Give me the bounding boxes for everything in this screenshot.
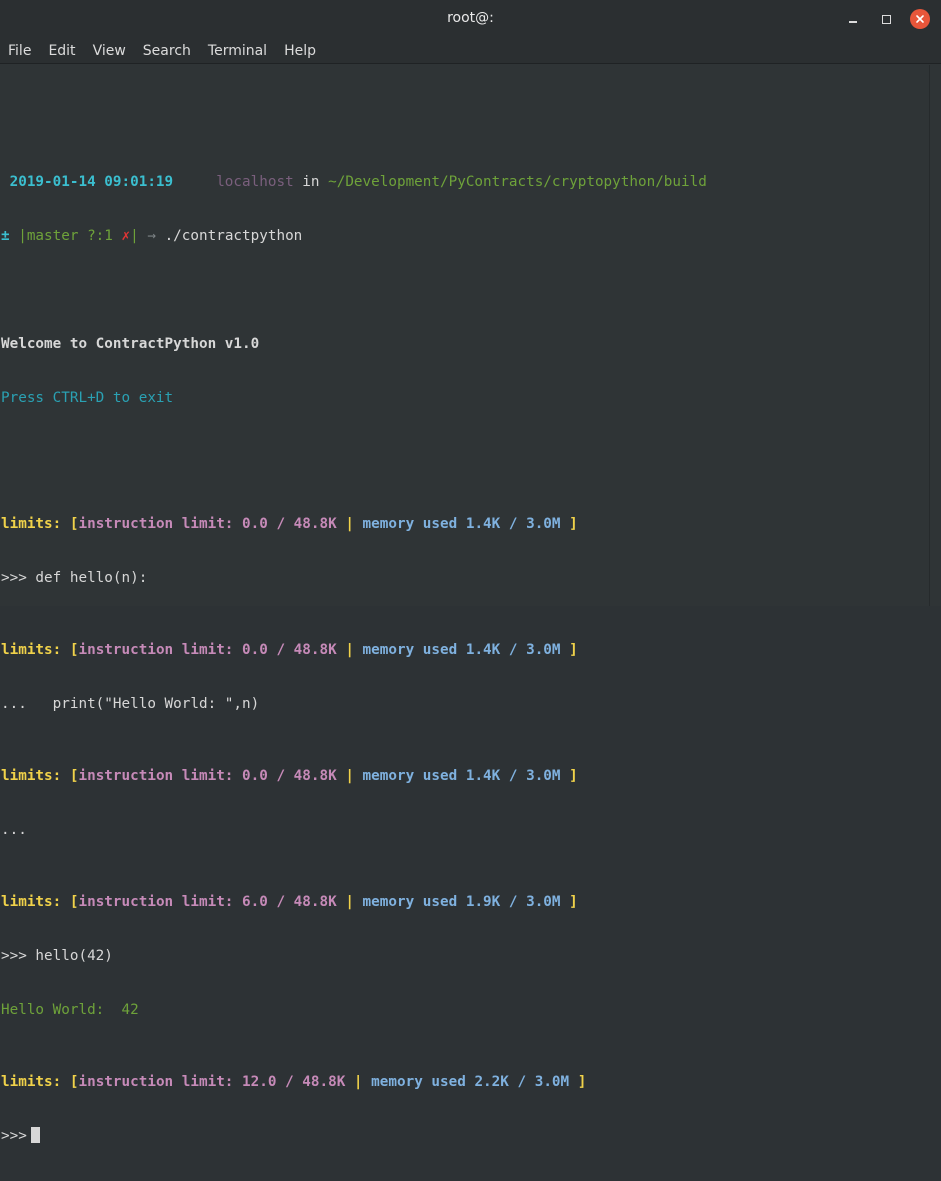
prompt-line: 2019-01-14 09:01:19 localhost in ~/Devel… <box>1 173 929 191</box>
limits-line: limits: [instruction limit: 0.0 / 48.8K … <box>1 516 578 532</box>
prompt-in: in <box>302 174 320 190</box>
repl-line: ... <box>1 822 27 838</box>
terminal-window: root@: File Edit View Search Terminal He… <box>0 0 941 1144</box>
limits-line: limits: [instruction limit: 0.0 / 48.8K … <box>1 642 578 658</box>
terminal-output[interactable]: 2019-01-14 09:01:19 localhost in ~/Devel… <box>0 65 929 1144</box>
command-line: ± |master ?:1 ✗| → ./contractpython <box>1 227 929 245</box>
input-line[interactable]: >>> <box>1 1127 929 1145</box>
result-line: Hello World: 42 <box>1 1002 139 1018</box>
minimize-icon <box>849 21 857 23</box>
repl-line: ... print("Hello World: ",n) <box>1 696 260 712</box>
window-title: root@: <box>447 10 494 26</box>
git-symbol: ± <box>1 228 10 244</box>
git-branch: |master ?:1 <box>9 228 122 244</box>
close-button[interactable] <box>910 9 930 29</box>
prompt-datetime: 2019-01-14 09:01:19 <box>1 174 174 190</box>
menu-view[interactable]: View <box>93 43 126 59</box>
close-icon <box>916 15 924 23</box>
text-cursor <box>30 1127 40 1143</box>
prompt-arrow: → <box>138 228 165 244</box>
menu-search[interactable]: Search <box>143 43 191 59</box>
limits-line: limits: [instruction limit: 0.0 / 48.8K … <box>1 768 578 784</box>
welcome-text: Welcome to ContractPython v1.0 <box>1 336 260 352</box>
scrollbar[interactable] <box>929 65 941 606</box>
repl-line: >>> hello(42) <box>1 948 113 964</box>
git-branch-end: | <box>130 228 139 244</box>
title-bar[interactable]: root@: <box>0 0 941 38</box>
menu-bar: File Edit View Search Terminal Help <box>0 38 941 64</box>
repl-line: >>> def hello(n): <box>1 570 148 586</box>
menu-help[interactable]: Help <box>284 43 316 59</box>
prompt-path: ~/Development/PyContracts/cryptopython/b… <box>328 174 707 190</box>
git-dirty-mark: ✗ <box>121 228 131 244</box>
limits-line: limits: [instruction limit: 12.0 / 48.8K… <box>1 1074 587 1090</box>
menu-terminal[interactable]: Terminal <box>208 43 267 59</box>
limits-line: limits: [instruction limit: 6.0 / 48.8K … <box>1 894 578 910</box>
command-text: ./contractpython <box>164 228 303 244</box>
prompt-host: localhost <box>216 174 294 190</box>
menu-file[interactable]: File <box>8 43 31 59</box>
menu-edit[interactable]: Edit <box>48 43 75 59</box>
maximize-icon <box>881 14 891 24</box>
maximize-button[interactable] <box>876 9 896 29</box>
repl-prompt: >>> <box>1 1128 27 1144</box>
exit-hint: Press CTRL+D to exit <box>1 390 174 406</box>
minimize-button[interactable] <box>843 9 863 29</box>
